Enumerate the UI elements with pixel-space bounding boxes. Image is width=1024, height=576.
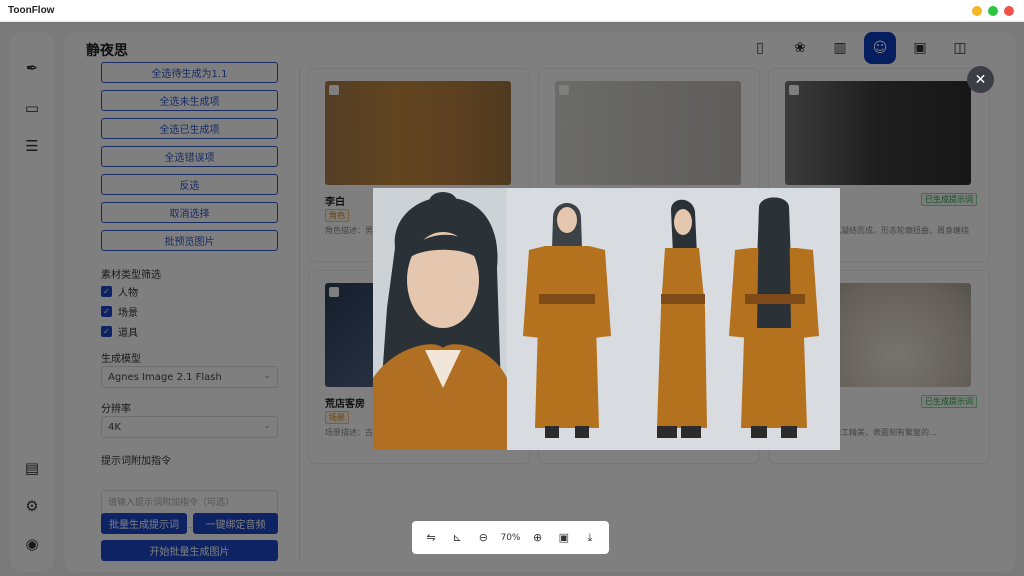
fit-image-icon[interactable]: ▣ <box>555 529 573 547</box>
title-bar: ToonFlow <box>0 0 1024 22</box>
flip-horizontal-icon[interactable]: ⇋ <box>422 529 440 547</box>
zoom-out-icon[interactable]: ⊖ <box>474 529 492 547</box>
window-controls <box>972 6 1014 16</box>
viewer-toolbar: ⇋ ⊾ ⊖ 70% ⊕ ▣ ⤓ <box>412 521 609 554</box>
zoom-level: 70% <box>500 532 521 543</box>
close-window-button[interactable] <box>1004 6 1014 16</box>
minimize-button[interactable] <box>972 6 982 16</box>
close-preview-button[interactable]: ✕ <box>967 66 994 93</box>
character-turnaround-image <box>373 188 840 450</box>
zoom-in-icon[interactable]: ⊕ <box>529 529 547 547</box>
rotate-icon[interactable]: ⊾ <box>448 529 466 547</box>
download-icon[interactable]: ⤓ <box>581 529 599 547</box>
app-title: ToonFlow <box>8 5 55 16</box>
maximize-button[interactable] <box>988 6 998 16</box>
preview-image <box>373 188 840 450</box>
close-icon[interactable]: ✕ <box>975 72 987 88</box>
